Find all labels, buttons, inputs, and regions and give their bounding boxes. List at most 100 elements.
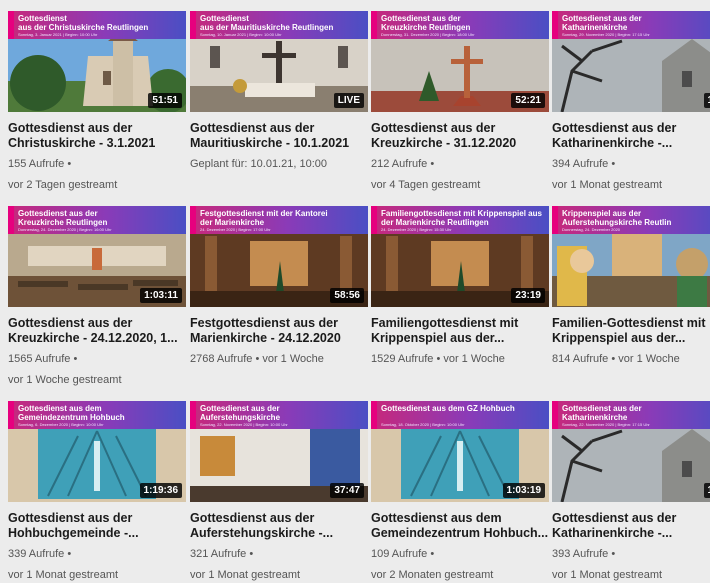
video-card[interactable]: Gottesdienst aus der Kreuzkirche Reutlin… [371, 11, 549, 193]
view-count: 394 Aufrufe • [552, 158, 616, 170]
video-thumbnail[interactable]: Krippenspiel aus der Auferstehungskirche… [552, 206, 710, 307]
video-title[interactable]: Gottesdienst aus der Hohbuchgemeinde -..… [8, 511, 186, 541]
duration-badge: 52:21 [511, 93, 545, 108]
view-count: 109 Aufrufe • [371, 548, 435, 560]
banner-accent [552, 11, 558, 39]
banner-subtitle: Sonntag, 6. Dezember 2020 | Beginn: 10:0… [18, 422, 104, 427]
video-card[interactable]: Gottesdienst aus dem GZ Hohbuch Sonntag,… [371, 401, 549, 583]
video-thumbnail[interactable]: Gottesdienst aus der Katharinenkirche So… [552, 401, 710, 502]
banner-accent [190, 11, 196, 39]
banner-title: Gottesdienst aus der Christuskirche Reut… [18, 14, 149, 32]
video-title[interactable]: Gottesdienst aus der Christuskirche - 3.… [8, 121, 186, 151]
video-thumbnail[interactable]: Gottesdienst aus der Christuskirche Reut… [8, 11, 186, 112]
duration-badge: 58:56 [330, 288, 364, 303]
video-grid: Gottesdienst aus der Christuskirche Reut… [0, 0, 710, 581]
banner-subtitle: Sonntag, 18. Oktober 2020 | Beginn: 10:0… [381, 422, 465, 427]
video-thumbnail[interactable]: Gottesdienst aus der Kreuzkirche Reutlin… [371, 11, 549, 112]
banner-subtitle: Sonntag, 10. Januar 2021 | Beginn: 10:00… [200, 32, 282, 37]
view-count: 1529 Aufrufe • vor 1 Woche [371, 353, 505, 365]
banner-accent [190, 401, 196, 429]
duration-badge: 1:0 [703, 93, 710, 108]
banner-accent [552, 206, 558, 234]
view-count: 321 Aufrufe • [190, 548, 254, 560]
banner-subtitle: Donnerstag, 24. Dezember 2020 [562, 227, 621, 232]
banner-accent [8, 401, 14, 429]
view-count: 339 Aufrufe • [8, 548, 72, 560]
thumbnail-banner: Gottesdienst aus der Auferstehungskirche… [190, 401, 368, 429]
banner-title: Gottesdienst aus der Kreuzkirche Reutlin… [381, 14, 471, 32]
stream-date: vor 4 Tagen gestreamt [371, 179, 481, 191]
video-thumbnail[interactable]: Familiengottesdienst mit Krippenspiel au… [371, 206, 549, 307]
banner-accent [190, 206, 196, 234]
view-count: 393 Aufrufe • [552, 548, 616, 560]
video-title[interactable]: Gottesdienst aus der Auferstehungskirche… [190, 511, 368, 541]
video-thumbnail[interactable]: Gottesdienst aus der Mauritiuskirche Reu… [190, 11, 368, 112]
video-card[interactable]: Krippenspiel aus der Auferstehungskirche… [552, 206, 710, 367]
stream-date: vor 2 Tagen gestreamt [8, 179, 118, 191]
thumbnail-banner: Gottesdienst aus der Kreuzkirche Reutlin… [8, 206, 186, 234]
video-thumbnail[interactable]: Festgottesdienst mit der Kantorei der Ma… [190, 206, 368, 307]
video-thumbnail[interactable]: Gottesdienst aus der Katharinenkirche So… [552, 11, 710, 112]
video-title[interactable]: Gottesdienst aus der Katharinenkirche -.… [552, 121, 710, 151]
video-card[interactable]: Familiengottesdienst mit Krippenspiel au… [371, 206, 549, 367]
stream-date: vor 1 Monat gestreamt [552, 179, 663, 191]
video-card[interactable]: Festgottesdienst mit der Kantorei der Ma… [190, 206, 368, 367]
banner-title: Festgottesdienst mit der Kantorei der Ma… [200, 209, 328, 227]
banner-subtitle: 24. Dezember 2020 | Beginn: 15:30 Uhr [381, 227, 452, 232]
video-title[interactable]: Festgottesdienst aus der Marienkirche - … [190, 316, 368, 346]
banner-subtitle: Sonntag, 22. November 2020 | Beginn: 10:… [200, 422, 288, 427]
banner-subtitle: Sonntag, 29. November 2020 | Beginn: 17:… [562, 32, 650, 37]
banner-subtitle: Donnerstag, 24. Dezember 2020 | Beginn: … [18, 227, 112, 232]
banner-title: Gottesdienst aus der Auferstehungskirche [200, 404, 281, 422]
video-title[interactable]: Gottesdienst aus der Katharinenkirche -.… [552, 511, 710, 541]
banner-title: Gottesdienst aus dem GZ Hohbuch [381, 404, 515, 413]
banner-subtitle: Donnerstag, 31. Dezember 2020 | Beginn: … [381, 32, 475, 37]
video-title[interactable]: Familiengottesdienst mit Krippenspiel au… [371, 316, 549, 346]
video-title[interactable]: Gottesdienst aus der Kreuzkirche - 24.12… [8, 316, 186, 346]
thumbnail-banner: Gottesdienst aus der Mauritiuskirche Reu… [190, 11, 368, 39]
thumbnail-banner: Gottesdienst aus dem Gemeindezentrum Hoh… [8, 401, 186, 429]
video-thumbnail[interactable]: Gottesdienst aus der Kreuzkirche Reutlin… [8, 206, 186, 307]
thumbnail-banner: Gottesdienst aus der Christuskirche Reut… [8, 11, 186, 39]
banner-title: Gottesdienst aus der Katharinenkirche [562, 14, 642, 32]
banner-title: Gottesdienst aus der Mauritiuskirche Reu… [200, 14, 334, 32]
video-card[interactable]: Gottesdienst aus der Katharinenkirche So… [552, 401, 710, 583]
banner-accent [371, 11, 377, 39]
video-card[interactable]: Gottesdienst aus der Christuskirche Reut… [8, 11, 186, 193]
thumbnail-banner: Gottesdienst aus dem GZ Hohbuch Sonntag,… [371, 401, 549, 429]
video-thumbnail[interactable]: Gottesdienst aus dem GZ Hohbuch Sonntag,… [371, 401, 549, 502]
video-title[interactable]: Gottesdienst aus der Kreuzkirche - 31.12… [371, 121, 549, 151]
thumbnail-banner: Familiengottesdienst mit Krippenspiel au… [371, 206, 549, 234]
view-count: 2768 Aufrufe • vor 1 Woche [190, 353, 324, 365]
thumbnail-banner: Festgottesdienst mit der Kantorei der Ma… [190, 206, 368, 234]
thumbnail-banner: Gottesdienst aus der Katharinenkirche So… [552, 11, 710, 39]
banner-title: Gottesdienst aus dem Gemeindezentrum Hoh… [18, 404, 125, 422]
banner-title: Gottesdienst aus der Kreuzkirche Reutlin… [18, 209, 108, 227]
video-thumbnail[interactable]: Gottesdienst aus der Auferstehungskirche… [190, 401, 368, 502]
video-title[interactable]: Gottesdienst aus dem Gemeindezentrum Hoh… [371, 511, 549, 541]
view-count: Geplant für: 10.01.21, 10:00 [190, 158, 327, 170]
banner-title: Gottesdienst aus der Katharinenkirche [562, 404, 642, 422]
banner-accent [8, 11, 14, 39]
banner-title: Krippenspiel aus der Auferstehungskirche… [562, 209, 672, 227]
banner-subtitle: Sonntag, 3. Januar 2021 | Beginn: 10:00 … [18, 32, 98, 37]
duration-badge: 23:19 [511, 288, 545, 303]
video-card[interactable]: Gottesdienst aus der Auferstehungskirche… [190, 401, 368, 583]
video-card[interactable]: Gottesdienst aus der Kreuzkirche Reutlin… [8, 206, 186, 388]
duration-badge: 1:19:36 [139, 483, 182, 498]
banner-accent [371, 206, 377, 234]
video-card[interactable]: Gottesdienst aus der Katharinenkirche So… [552, 11, 710, 193]
banner-title: Familiengottesdienst mit Krippenspiel au… [381, 209, 542, 227]
duration-badge: 37:47 [330, 483, 364, 498]
video-title[interactable]: Familien-Gottesdienst mit Krippenspiel a… [552, 316, 710, 346]
video-card[interactable]: Gottesdienst aus dem Gemeindezentrum Hoh… [8, 401, 186, 583]
banner-subtitle: Sonntag, 22. November 2020 | Beginn: 17:… [562, 422, 650, 427]
video-title[interactable]: Gottesdienst aus der Mauritiuskirche - 1… [190, 121, 368, 151]
view-count: 1565 Aufrufe • [8, 353, 78, 365]
duration-badge: 51:51 [148, 93, 182, 108]
video-thumbnail[interactable]: Gottesdienst aus dem Gemeindezentrum Hoh… [8, 401, 186, 502]
video-card[interactable]: Gottesdienst aus der Mauritiuskirche Reu… [190, 11, 368, 172]
duration-badge: 1:03:19 [502, 483, 545, 498]
thumbnail-banner: Gottesdienst aus der Kreuzkirche Reutlin… [371, 11, 549, 39]
view-count: 814 Aufrufe • vor 1 Woche [552, 353, 680, 365]
